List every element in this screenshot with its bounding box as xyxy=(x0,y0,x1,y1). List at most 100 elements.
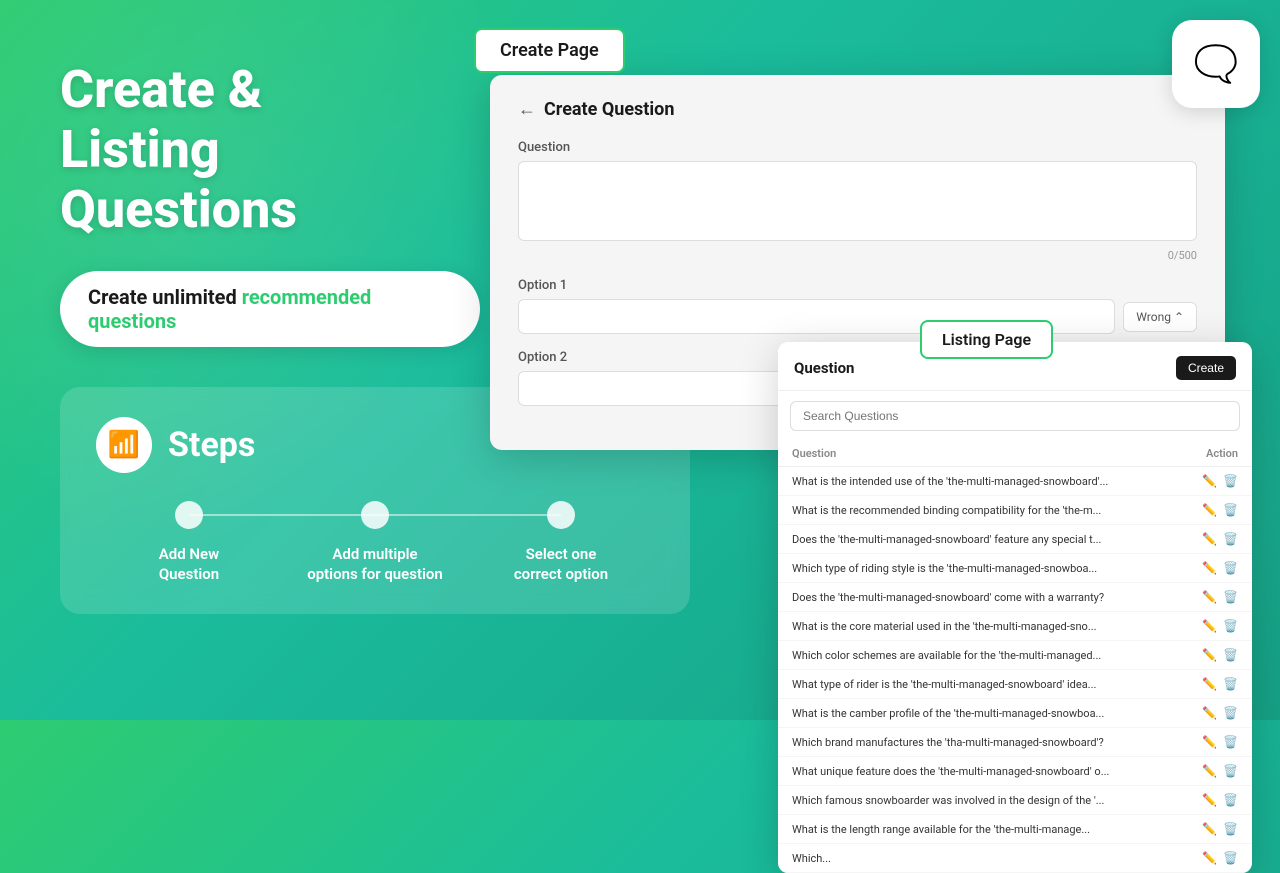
step-label-3: Select onecorrect option xyxy=(506,545,616,584)
delete-icon[interactable]: 🗑️ xyxy=(1223,677,1238,691)
table-cell-question: Which color schemes are available for th… xyxy=(792,649,1172,662)
edit-icon[interactable]: ✏️ xyxy=(1202,532,1217,546)
table-cell-actions: ✏️ 🗑️ xyxy=(1202,561,1238,575)
delete-icon[interactable]: 🗑️ xyxy=(1223,561,1238,575)
edit-icon[interactable]: ✏️ xyxy=(1202,677,1217,691)
create-panel-header: ← Create Question xyxy=(518,99,1197,120)
step-label-1: Add NewQuestion xyxy=(151,545,227,584)
table-row[interactable]: Which color schemes are available for th… xyxy=(778,641,1252,670)
table-header-question: Question xyxy=(792,447,836,460)
table-header-action: Action xyxy=(1206,447,1238,460)
delete-icon[interactable]: 🗑️ xyxy=(1223,648,1238,662)
table-row[interactable]: What is the intended use of the 'the-mul… xyxy=(778,467,1252,496)
tagline-normal: Create unlimited xyxy=(88,285,242,309)
table-row[interactable]: What is the length range available for t… xyxy=(778,815,1252,844)
table-row[interactable]: Which famous snowboarder was involved in… xyxy=(778,786,1252,815)
listing-header-title: Question xyxy=(794,359,854,377)
table-row[interactable]: Which type of riding style is the 'the-m… xyxy=(778,554,1252,583)
table-cell-actions: ✏️ 🗑️ xyxy=(1202,503,1238,517)
app-icon: 🗨️ xyxy=(1172,20,1260,108)
table-cell-actions: ✏️ 🗑️ xyxy=(1202,532,1238,546)
table-cell-question: Which brand manufactures the 'tha-multi-… xyxy=(792,736,1172,749)
step-dot-3 xyxy=(547,501,575,529)
edit-icon[interactable]: ✏️ xyxy=(1202,706,1217,720)
table-cell-question: What is the length range available for t… xyxy=(792,823,1172,836)
table-cell-actions: ✏️ 🗑️ xyxy=(1202,822,1238,836)
steps-flow: Add NewQuestion Add multipleoptions for … xyxy=(96,501,654,584)
edit-icon[interactable]: ✏️ xyxy=(1202,851,1217,865)
table-cell-actions: ✏️ 🗑️ xyxy=(1202,474,1238,488)
search-input[interactable] xyxy=(790,401,1240,431)
option1-status-label: Wrong ⌃ xyxy=(1136,310,1184,324)
tagline-text: Create unlimited recommended questions xyxy=(88,285,452,333)
left-panel: Create &ListingQuestions Create unlimite… xyxy=(60,60,480,614)
steps-icon: 📶 xyxy=(96,417,152,473)
step-label-2: Add multipleoptions for question xyxy=(299,545,451,584)
create-page-tab-label: Create Page xyxy=(500,40,599,61)
back-arrow[interactable]: ← xyxy=(518,99,536,120)
table-cell-question: Does the 'the-multi-managed-snowboard' f… xyxy=(792,533,1172,546)
table-row[interactable]: Does the 'the-multi-managed-snowboard' f… xyxy=(778,525,1252,554)
delete-icon[interactable]: 🗑️ xyxy=(1223,764,1238,778)
tagline-box: Create unlimited recommended questions xyxy=(60,271,480,347)
edit-icon[interactable]: ✏️ xyxy=(1202,561,1217,575)
connector-1 xyxy=(189,514,375,516)
table-cell-actions: ✏️ 🗑️ xyxy=(1202,706,1238,720)
create-page-tab[interactable]: Create Page xyxy=(474,28,625,73)
edit-icon[interactable]: ✏️ xyxy=(1202,793,1217,807)
table-row[interactable]: What unique feature does the 'the-multi-… xyxy=(778,757,1252,786)
delete-icon[interactable]: 🗑️ xyxy=(1223,735,1238,749)
table-row[interactable]: What is the core material used in the 't… xyxy=(778,612,1252,641)
option1-status[interactable]: Wrong ⌃ xyxy=(1123,302,1197,332)
delete-icon[interactable]: 🗑️ xyxy=(1223,474,1238,488)
table-cell-actions: ✏️ 🗑️ xyxy=(1202,764,1238,778)
char-count: 0/500 xyxy=(518,249,1197,262)
table-row[interactable]: What is the recommended binding compatib… xyxy=(778,496,1252,525)
page-title: Create &ListingQuestions xyxy=(60,60,480,239)
step-dot-1 xyxy=(175,501,203,529)
delete-icon[interactable]: 🗑️ xyxy=(1223,822,1238,836)
table-cell-question: What type of rider is the 'the-multi-man… xyxy=(792,678,1172,691)
listing-page-tab[interactable]: Listing Page xyxy=(920,320,1053,359)
delete-icon[interactable]: 🗑️ xyxy=(1223,503,1238,517)
table-cell-question: Which type of riding style is the 'the-m… xyxy=(792,562,1172,575)
edit-icon[interactable]: ✏️ xyxy=(1202,503,1217,517)
delete-icon[interactable]: 🗑️ xyxy=(1223,619,1238,633)
edit-icon[interactable]: ✏️ xyxy=(1202,822,1217,836)
edit-icon[interactable]: ✏️ xyxy=(1202,764,1217,778)
table-cell-actions: ✏️ 🗑️ xyxy=(1202,677,1238,691)
delete-icon[interactable]: 🗑️ xyxy=(1223,851,1238,865)
question-form-group: Question 0/500 xyxy=(518,140,1197,262)
edit-icon[interactable]: ✏️ xyxy=(1202,474,1217,488)
option1-form-group: Option 1 Wrong ⌃ xyxy=(518,278,1197,334)
table-row[interactable]: What type of rider is the 'the-multi-man… xyxy=(778,670,1252,699)
table-cell-actions: ✏️ 🗑️ xyxy=(1202,851,1238,865)
table-cell-question: What unique feature does the 'the-multi-… xyxy=(792,765,1172,778)
table-cell-actions: ✏️ 🗑️ xyxy=(1202,735,1238,749)
table-cell-question: What is the core material used in the 't… xyxy=(792,620,1172,633)
table-header: Question Action xyxy=(778,441,1252,467)
edit-icon[interactable]: ✏️ xyxy=(1202,590,1217,604)
listing-create-button[interactable]: Create xyxy=(1176,356,1236,380)
delete-icon[interactable]: 🗑️ xyxy=(1223,706,1238,720)
option1-row: Wrong ⌃ xyxy=(518,299,1197,334)
edit-icon[interactable]: ✏️ xyxy=(1202,619,1217,633)
app-icon-glyph: 🗨️ xyxy=(1194,43,1239,85)
delete-icon[interactable]: 🗑️ xyxy=(1223,590,1238,604)
listing-page-tab-label: Listing Page xyxy=(942,330,1031,349)
table-row[interactable]: What is the camber profile of the 'the-m… xyxy=(778,699,1252,728)
table-cell-actions: ✏️ 🗑️ xyxy=(1202,590,1238,604)
table-row[interactable]: Which brand manufactures the 'tha-multi-… xyxy=(778,728,1252,757)
edit-icon[interactable]: ✏️ xyxy=(1202,735,1217,749)
table-cell-question: What is the intended use of the 'the-mul… xyxy=(792,475,1172,488)
steps-title: Steps xyxy=(168,425,255,465)
connector-2 xyxy=(375,514,561,516)
edit-icon[interactable]: ✏️ xyxy=(1202,648,1217,662)
table-row[interactable]: Which... ✏️ 🗑️ xyxy=(778,844,1252,873)
delete-icon[interactable]: 🗑️ xyxy=(1223,793,1238,807)
steps-icon-glyph: 📶 xyxy=(108,430,140,460)
question-textarea[interactable] xyxy=(518,161,1197,241)
table-cell-question: Which... xyxy=(792,852,1172,865)
delete-icon[interactable]: 🗑️ xyxy=(1223,532,1238,546)
table-row[interactable]: Does the 'the-multi-managed-snowboard' c… xyxy=(778,583,1252,612)
